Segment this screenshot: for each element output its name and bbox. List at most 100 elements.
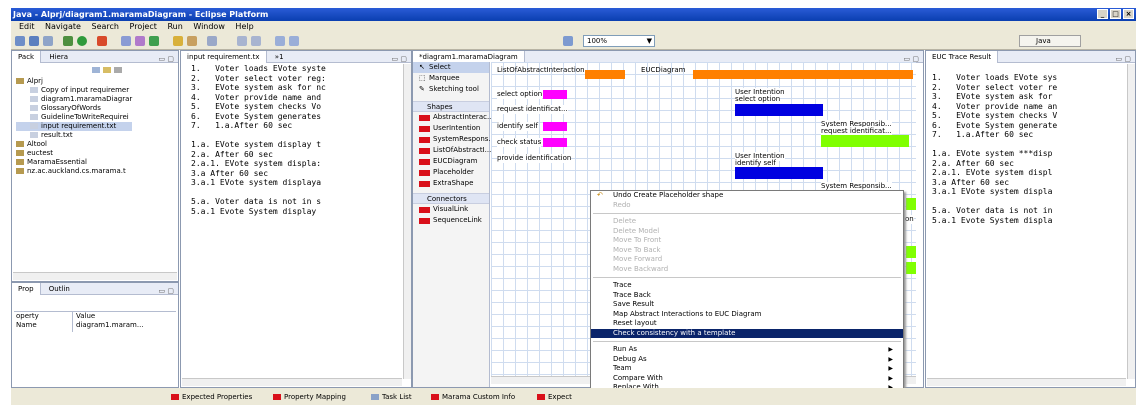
- link-editor-icon[interactable]: [103, 66, 111, 73]
- tree-item[interactable]: input requirement.txt: [16, 122, 133, 131]
- context-menu-item[interactable]: Trace Back: [591, 291, 903, 301]
- search-icon[interactable]: [187, 36, 197, 46]
- editor-text[interactable]: 1. Voter loads EVote syste 2. Voter selec…: [191, 64, 326, 216]
- palette-tool-marquee[interactable]: ⬚ Marquee: [413, 73, 489, 84]
- view-menu-icon[interactable]: [114, 66, 122, 73]
- maximize-button[interactable]: □: [1110, 9, 1121, 19]
- tab-package-explorer[interactable]: Pack: [12, 51, 42, 63]
- property-value[interactable]: diagram1.maram...: [76, 321, 144, 329]
- collapse-link-icons[interactable]: [92, 65, 152, 73]
- palette-item[interactable]: AbstractInterac...: [413, 112, 494, 123]
- menu-edit[interactable]: Edit: [19, 22, 35, 31]
- palette-tool-sketching[interactable]: ✎ Sketching tool: [413, 84, 489, 95]
- palette-item[interactable]: SystemRespons...: [413, 134, 495, 145]
- palette-drawer-shapes[interactable]: Shapes: [413, 101, 489, 112]
- context-menu-item[interactable]: Team ▶: [591, 364, 903, 374]
- context-menu-item[interactable]: Map Abstract Interactions to EUC Diagram: [591, 310, 903, 320]
- debug-icon[interactable]: [63, 36, 73, 46]
- context-menu-item[interactable]: Check consistency with a template: [591, 328, 903, 338]
- palette-item[interactable]: VisualLink: [413, 204, 489, 215]
- palette-item[interactable]: ListOfAbstractI...: [413, 145, 491, 156]
- menu-help[interactable]: Help: [235, 22, 253, 31]
- forward-icon[interactable]: [289, 36, 299, 46]
- save-icon[interactable]: [29, 36, 39, 46]
- horizontal-scrollbar[interactable]: [182, 378, 402, 386]
- perspective-java-button[interactable]: Java: [1019, 35, 1081, 47]
- tab-overflow[interactable]: »1: [269, 51, 290, 63]
- tree-item[interactable]: GlossaryOfWords: [16, 104, 132, 113]
- print-icon[interactable]: [43, 36, 53, 46]
- context-menu-item[interactable]: Debug As ▶: [591, 355, 903, 365]
- open-type-icon[interactable]: [173, 36, 183, 46]
- tab-hierarchy[interactable]: Hiera: [43, 51, 74, 63]
- palette-item[interactable]: ExtraShape: [413, 178, 489, 189]
- zoom-combo[interactable]: 100% ▼: [583, 35, 655, 47]
- minimize-maximize-icon[interactable]: ▭ ▢: [159, 53, 174, 65]
- tree-item[interactable]: GuidelineToWriteRequirei: [16, 113, 132, 122]
- palette-item[interactable]: Placeholder: [413, 167, 489, 178]
- vertical-scrollbar[interactable]: [1127, 64, 1135, 379]
- horizontal-scrollbar[interactable]: [13, 272, 177, 280]
- tree-item[interactable]: result.txt: [16, 131, 132, 140]
- system-responsibility-shape[interactable]: [906, 198, 916, 210]
- menu-run[interactable]: Run: [167, 22, 182, 31]
- annotation-icon[interactable]: [207, 36, 217, 46]
- horizontal-scrollbar[interactable]: [927, 378, 1126, 386]
- minimize-maximize-icon[interactable]: ▭ ▢: [159, 285, 174, 297]
- prev-annotation-icon[interactable]: [251, 36, 261, 46]
- new-java-project-icon[interactable]: [121, 36, 131, 46]
- context-menu-item[interactable]: Trace: [591, 281, 903, 291]
- palette-drawer-connectors[interactable]: Connectors: [413, 193, 489, 204]
- palette-item[interactable]: SequenceLink: [413, 215, 489, 226]
- user-intention-shape[interactable]: [735, 104, 823, 116]
- tab-properties[interactable]: Prop: [12, 283, 41, 295]
- tab-task-list[interactable]: Task List: [371, 391, 412, 403]
- new-class-icon[interactable]: [149, 36, 159, 46]
- tree-item[interactable]: Alprj: [16, 77, 132, 86]
- run-icon[interactable]: [77, 36, 87, 46]
- abstract-interaction-shape[interactable]: [543, 138, 567, 147]
- abstract-interaction-shape[interactable]: [543, 90, 567, 99]
- tab-euc-trace-result[interactable]: EUC Trace Result: [926, 51, 999, 63]
- menu-window[interactable]: Window: [193, 22, 225, 31]
- tree-item[interactable]: Copy of input requiremer: [16, 86, 132, 95]
- collapse-all-icon[interactable]: [92, 66, 100, 73]
- euc-diagram-shape[interactable]: [693, 70, 913, 79]
- external-tools-icon[interactable]: [97, 36, 107, 46]
- new-package-icon[interactable]: [135, 36, 145, 46]
- system-responsibility-shape[interactable]: [906, 262, 916, 274]
- tree-item[interactable]: nz.ac.auckland.cs.marama.t: [16, 167, 132, 176]
- context-menu-item[interactable]: Compare With ▶: [591, 374, 903, 384]
- tab-marama-custom-info[interactable]: Marama Custom Info: [431, 391, 515, 403]
- new-icon[interactable]: [15, 36, 25, 46]
- tab-input-requirement[interactable]: input requirement.tx: [181, 51, 267, 63]
- tab-expect[interactable]: Expect: [537, 391, 572, 403]
- back-icon[interactable]: [275, 36, 285, 46]
- tab-property-mapping[interactable]: Property Mapping: [273, 391, 346, 403]
- user-intention-shape[interactable]: [735, 167, 823, 179]
- palette-item[interactable]: EUCDiagram: [413, 156, 489, 167]
- trace-text[interactable]: 1. Voter loads EVote sys 2. Voter select …: [932, 73, 1057, 225]
- palette-tool-select[interactable]: ↖ Select: [413, 62, 489, 73]
- palette-item[interactable]: UserIntention: [413, 123, 489, 134]
- abstract-interaction-shape[interactable]: [543, 122, 567, 131]
- tree-item[interactable]: euctest: [16, 149, 132, 158]
- list-of-abstract-interaction-shape[interactable]: [585, 70, 625, 79]
- context-menu-item[interactable]: Save Result: [591, 300, 903, 310]
- vertical-scrollbar[interactable]: [403, 64, 411, 379]
- context-menu-item[interactable]: Run As ▶: [591, 345, 903, 355]
- tab-expected-properties[interactable]: Expected Properties: [171, 391, 252, 403]
- tree-item[interactable]: Altool: [16, 140, 132, 149]
- tab-outline[interactable]: Outlin: [43, 283, 76, 295]
- minimize-button[interactable]: _: [1097, 9, 1108, 19]
- menu-search[interactable]: Search: [91, 22, 118, 31]
- context-menu-item[interactable]: Reset layout: [591, 319, 903, 329]
- tree-item[interactable]: MaramaEssential: [16, 158, 132, 167]
- tree-item[interactable]: diagram1.maramaDiagrar: [16, 95, 132, 104]
- menu-navigate[interactable]: Navigate: [45, 22, 81, 31]
- next-annotation-icon[interactable]: [237, 36, 247, 46]
- zoom-icon[interactable]: [563, 36, 573, 46]
- system-responsibility-shape[interactable]: [906, 246, 916, 258]
- menu-project[interactable]: Project: [130, 22, 157, 31]
- system-responsibility-shape[interactable]: [821, 135, 909, 147]
